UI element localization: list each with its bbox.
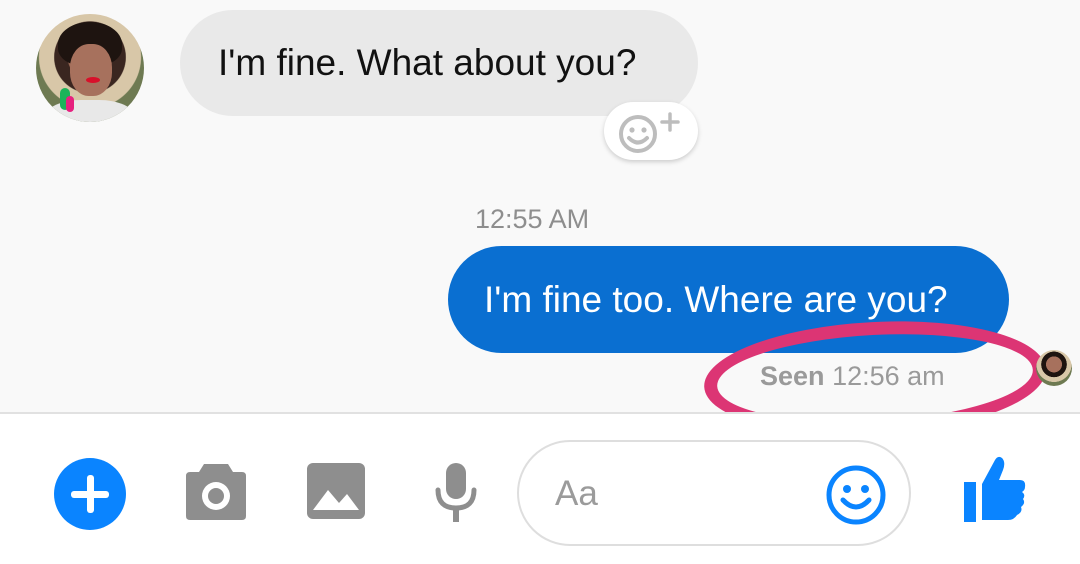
- thumbs-up-icon: [964, 456, 1026, 522]
- microphone-button[interactable]: [434, 462, 478, 529]
- camera-icon: [186, 464, 246, 520]
- microphone-icon: [435, 463, 477, 522]
- contact-avatar[interactable]: [36, 14, 144, 122]
- outgoing-message-text: I'm fine too. Where are you?: [484, 278, 948, 320]
- avatar-face: [70, 44, 112, 96]
- message-input-box[interactable]: [517, 440, 911, 546]
- timestamp-text: 12:55 AM: [475, 204, 590, 234]
- image-icon: [307, 463, 365, 519]
- message-input[interactable]: [553, 466, 817, 522]
- seen-time: 12:56 am: [832, 361, 945, 391]
- seen-by-avatar: [1036, 350, 1072, 386]
- seen-status: Seen 12:56 am: [760, 361, 945, 392]
- gallery-button[interactable]: [306, 462, 366, 525]
- smiley-icon[interactable]: [825, 464, 887, 526]
- add-reaction-button[interactable]: [604, 102, 698, 160]
- avatar-accent-2: [66, 96, 74, 112]
- camera-button[interactable]: [184, 460, 248, 527]
- incoming-message-bubble[interactable]: I'm fine. What about you?: [180, 10, 698, 116]
- avatar-lips: [86, 77, 100, 83]
- add-reaction-icon: [619, 112, 680, 153]
- incoming-message-text: I'm fine. What about you?: [218, 42, 637, 83]
- like-button[interactable]: [962, 454, 1028, 529]
- add-button[interactable]: [54, 458, 126, 530]
- seen-label: Seen: [760, 361, 825, 391]
